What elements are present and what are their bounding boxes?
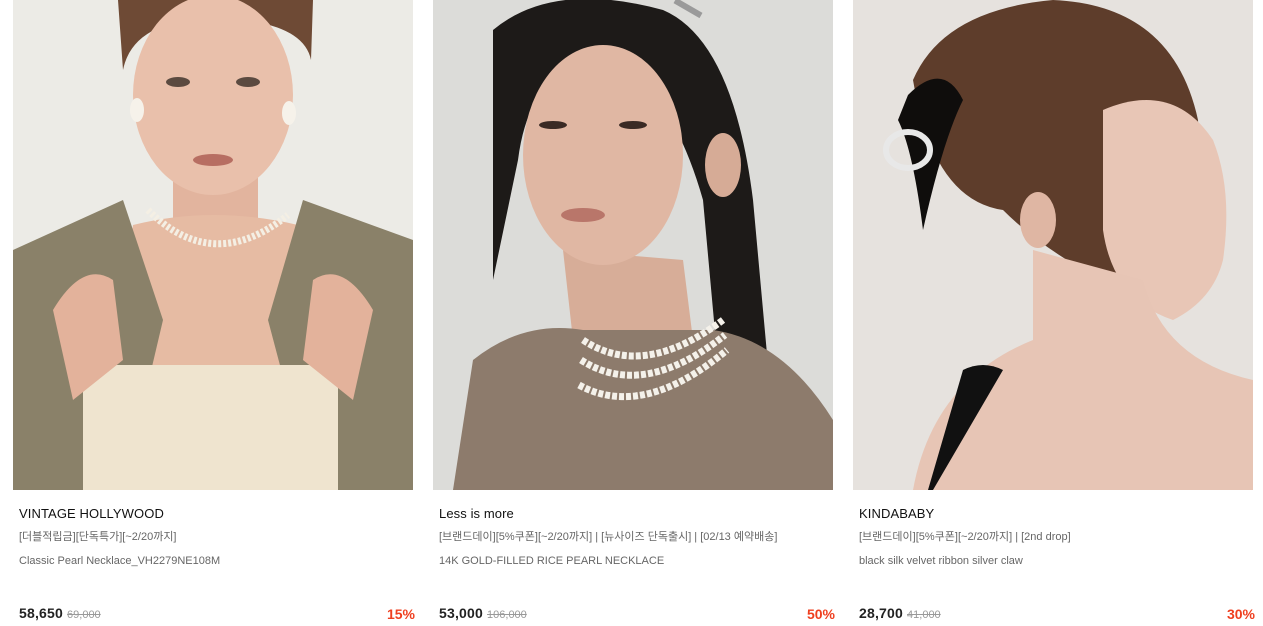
original-price: 41,000 xyxy=(907,609,941,621)
discount-rate: 15% xyxy=(386,606,415,622)
original-price: 69,000 xyxy=(67,609,101,621)
product-info: VINTAGE HOLLYWOOD [더블적립금][단독특가][~2/20까지]… xyxy=(19,505,409,568)
sale-price: 28,700 xyxy=(859,605,904,621)
product-image[interactable] xyxy=(853,0,1253,490)
original-price: 106,000 xyxy=(487,609,527,621)
product-card[interactable]: VINTAGE HOLLYWOOD [더블적립금][단독특가][~2/20까지]… xyxy=(13,0,415,626)
brand-name[interactable]: VINTAGE HOLLYWOOD xyxy=(19,505,409,523)
promo-tags: [브랜드데이][5%쿠폰][~2/20까지] | [뉴사이즈 단독출시] | [… xyxy=(439,531,778,543)
brand-name[interactable]: KINDABABY xyxy=(859,505,1249,523)
product-photo-vintage-hollywood xyxy=(13,0,413,490)
price-row: 58,650 69,000 15% xyxy=(19,605,415,625)
promo-tags: [브랜드데이][5%쿠폰][~2/20까지] | [2nd drop] xyxy=(859,531,1071,543)
product-image[interactable] xyxy=(433,0,833,490)
product-image[interactable] xyxy=(13,0,413,490)
brand-name[interactable]: Less is more xyxy=(439,505,829,523)
sale-price: 53,000 xyxy=(439,605,484,621)
product-photo-less-is-more xyxy=(433,0,833,490)
product-name[interactable]: black silk velvet ribbon silver claw xyxy=(859,554,1249,568)
discount-rate: 50% xyxy=(806,606,835,622)
price-row: 28,700 41,000 30% xyxy=(859,605,1255,625)
promo-tags: [더블적립금][단독특가][~2/20까지] xyxy=(19,531,177,543)
product-photo-kindababy xyxy=(853,0,1253,490)
product-card[interactable]: KINDABABY [브랜드데이][5%쿠폰][~2/20까지] | [2nd … xyxy=(853,0,1255,626)
product-name[interactable]: 14K GOLD-FILLED RICE PEARL NECKLACE xyxy=(439,554,829,568)
product-info: KINDABABY [브랜드데이][5%쿠폰][~2/20까지] | [2nd … xyxy=(859,505,1249,568)
product-info: Less is more [브랜드데이][5%쿠폰][~2/20까지] | [뉴… xyxy=(439,505,829,568)
discount-rate: 30% xyxy=(1226,606,1255,622)
price-row: 53,000 106,000 50% xyxy=(439,605,835,625)
product-grid: VINTAGE HOLLYWOOD [더블적립금][단독특가][~2/20까지]… xyxy=(0,0,1263,626)
sale-price: 58,650 xyxy=(19,605,64,621)
product-name[interactable]: Classic Pearl Necklace_VH2279NE108M xyxy=(19,554,409,568)
product-card[interactable]: Less is more [브랜드데이][5%쿠폰][~2/20까지] | [뉴… xyxy=(433,0,835,626)
